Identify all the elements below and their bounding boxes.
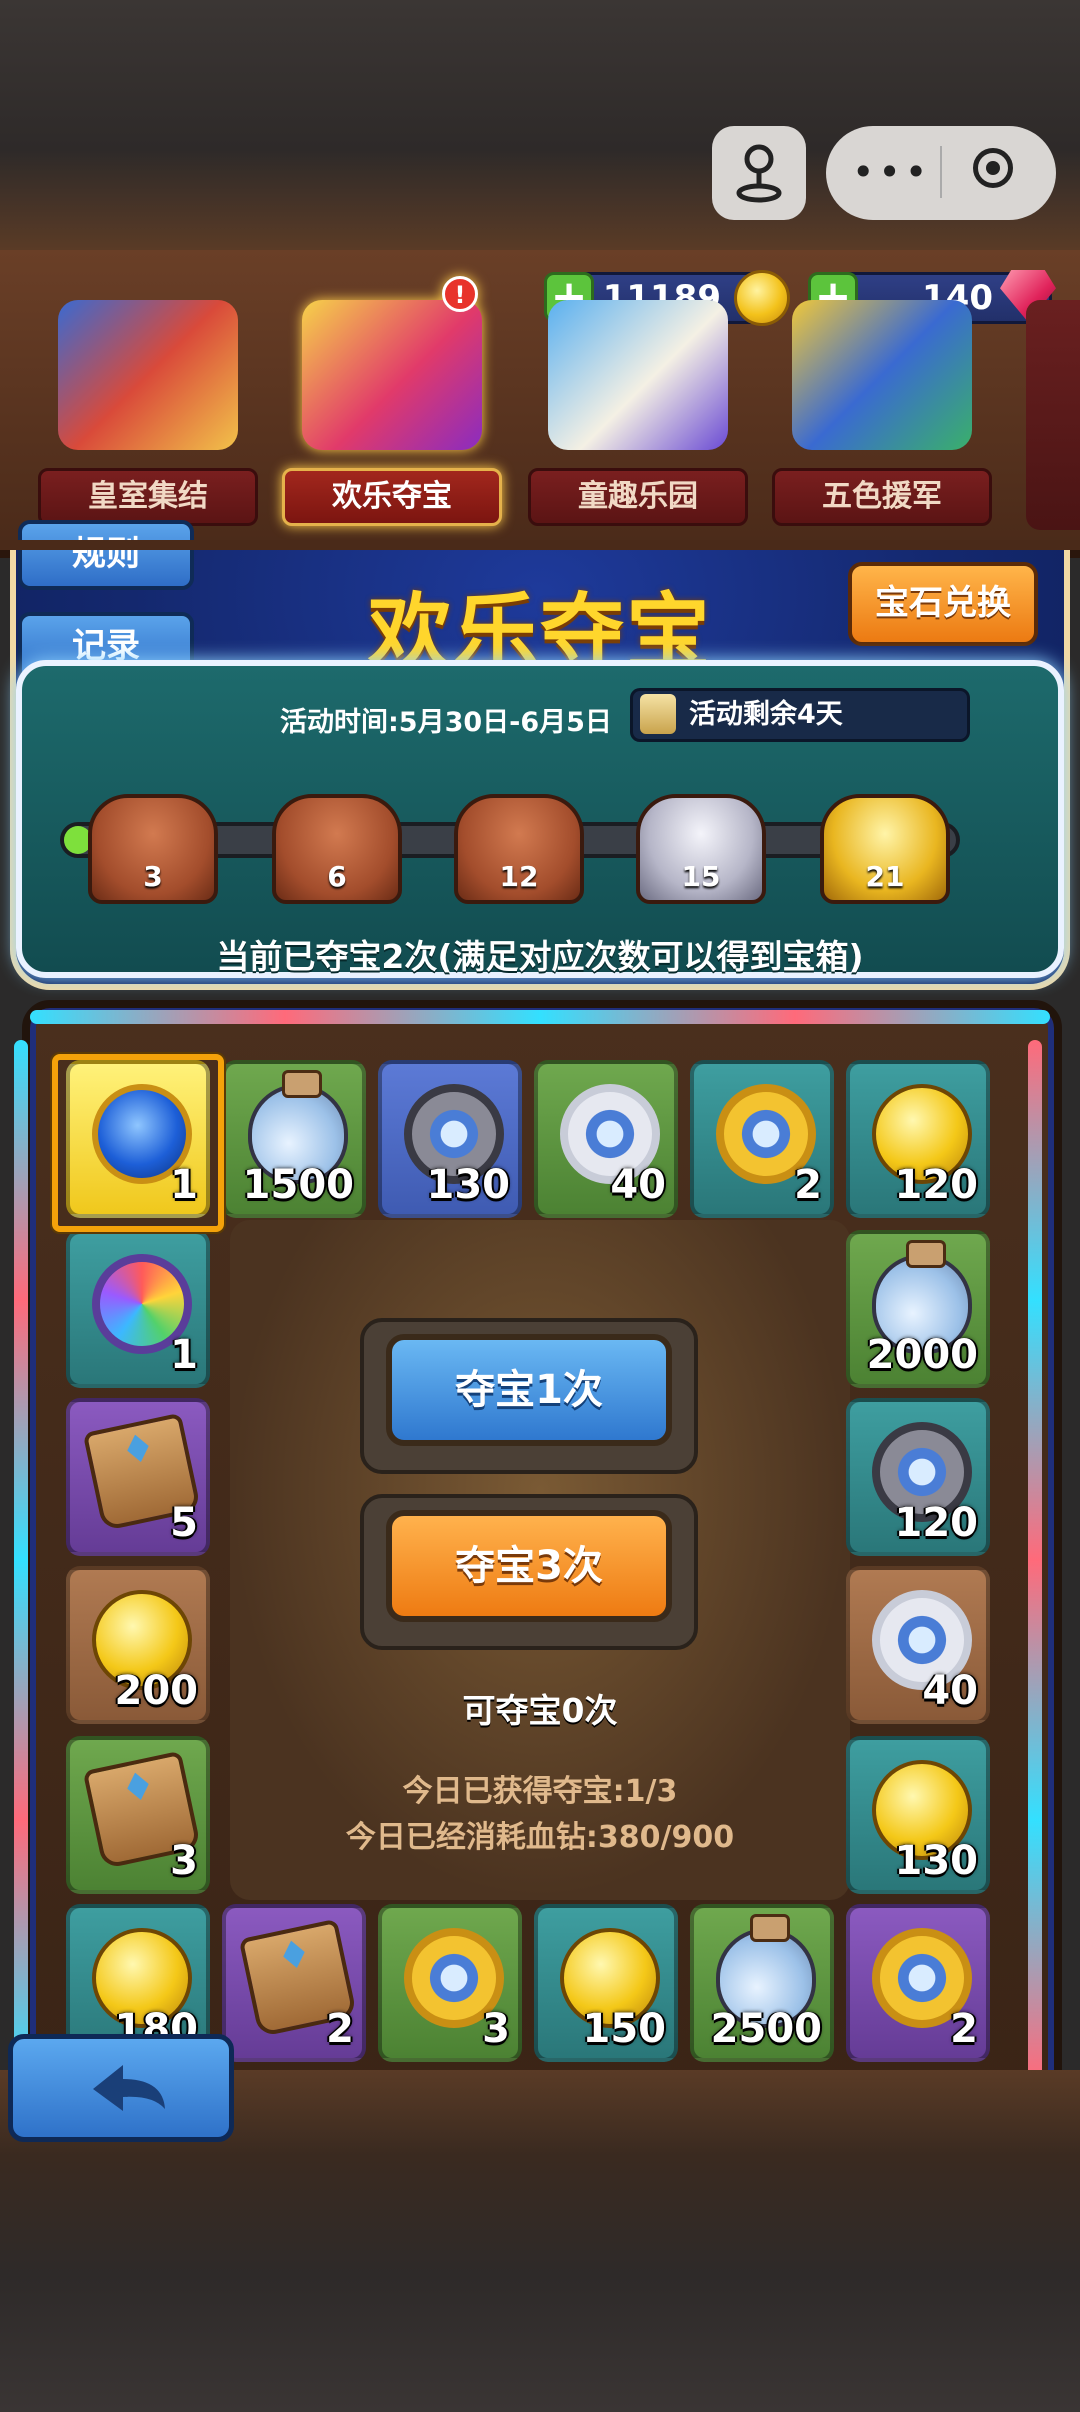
reward-count: 2 xyxy=(794,1162,822,1208)
rules-button[interactable]: 规则 xyxy=(18,520,194,590)
neon-strip-right xyxy=(1028,1040,1042,2080)
fun-park-art-icon xyxy=(548,300,728,450)
back-button[interactable] xyxy=(8,2034,234,2142)
reward-count: 3 xyxy=(482,2006,510,2052)
reward-count: 40 xyxy=(610,1162,666,1208)
reward-count: 150 xyxy=(582,2006,667,2052)
tab-partial-next[interactable] xyxy=(1026,300,1080,530)
reward-cell: 2000 xyxy=(846,1230,990,1388)
today-spent-text: 今日已经消耗血钻:380/900 xyxy=(345,1820,735,1855)
tab-fun-park[interactable]: 童趣乐园 xyxy=(528,300,748,530)
reward-cell: 1500 xyxy=(222,1060,366,1218)
remaining-days: 活动剩余4天 xyxy=(630,688,970,742)
milestone-count: 12 xyxy=(499,860,539,893)
draw-once-button[interactable]: 夺宝1次 xyxy=(386,1334,672,1446)
tab-bar-bottom-edge xyxy=(0,540,1080,550)
tab-royal-assembly[interactable]: 皇室集结 xyxy=(38,300,258,530)
tab-label: 五色援军 xyxy=(772,468,992,526)
current-selection-frame xyxy=(52,1054,224,1232)
reward-cell: 150 xyxy=(534,1904,678,2062)
back-arrow-icon xyxy=(93,2065,165,2111)
reward-cell: 130 xyxy=(378,1060,522,1218)
reward-count: 120 xyxy=(894,1500,979,1546)
neon-strip-top xyxy=(30,1010,1050,1024)
draw-status-text: 当前已夺宝2次(满足对应次数可以得到宝箱) xyxy=(216,937,864,976)
tab-label: 欢乐夺宝 xyxy=(282,468,502,526)
milestone-chest-15[interactable]: 15 xyxy=(636,784,766,904)
capsule-divider xyxy=(940,146,942,198)
reward-count: 120 xyxy=(894,1162,979,1208)
tab-five-color-reinforcement[interactable]: 五色援军 xyxy=(772,300,992,530)
draws-left-text: 可夺宝0次 xyxy=(462,1691,618,1730)
reward-cell: 2 xyxy=(690,1060,834,1218)
reward-cell: 2500 xyxy=(690,1904,834,2062)
today-obtained-text: 今日已获得夺宝:1/3 xyxy=(402,1774,678,1809)
milestone-count: 15 xyxy=(681,860,721,893)
reward-count: 1500 xyxy=(242,1162,354,1208)
milestone-chest-3[interactable]: 3 xyxy=(88,784,218,904)
gem-exchange-button[interactable]: 宝石兑换 xyxy=(848,562,1038,646)
royal-assembly-art-icon xyxy=(58,300,238,450)
alert-badge: ! xyxy=(442,276,478,312)
reward-cell: 120 xyxy=(846,1060,990,1218)
neon-strip-left xyxy=(14,1040,28,2080)
reward-count: 2 xyxy=(326,2006,354,2052)
reward-count: 2500 xyxy=(710,2006,822,2052)
draw-thrice-button[interactable]: 夺宝3次 xyxy=(386,1510,672,1622)
reward-cell: 120 xyxy=(846,1398,990,1556)
mini-program-home-button[interactable] xyxy=(712,126,806,220)
reward-count: 2 xyxy=(950,2006,978,2052)
milestone-chest-6[interactable]: 6 xyxy=(272,784,402,904)
reward-count: 1 xyxy=(170,1332,198,1378)
treasure-gift-art-icon xyxy=(302,300,482,450)
event-time: 活动时间:5月30日-6月5日 xyxy=(280,707,612,738)
joystick-icon xyxy=(736,144,782,203)
reward-count: 130 xyxy=(426,1162,511,1208)
reward-cell: 1 xyxy=(66,1230,210,1388)
milestone-count: 3 xyxy=(143,860,163,893)
close-record-icon[interactable] xyxy=(973,148,1013,188)
reward-count: 5 xyxy=(170,1500,198,1546)
milestone-chest-21[interactable]: 21 xyxy=(820,784,950,904)
milestone-count: 6 xyxy=(327,860,347,893)
reward-cell: 5 xyxy=(66,1398,210,1556)
tab-label: 皇室集结 xyxy=(38,468,258,526)
reward-cell: 40 xyxy=(534,1060,678,1218)
milestone-count: 21 xyxy=(865,860,905,893)
reward-cell: 2 xyxy=(846,1904,990,2062)
five-color-art-icon xyxy=(792,300,972,450)
more-icon[interactable]: ••• xyxy=(852,150,931,194)
milestone-chest-12[interactable]: 12 xyxy=(454,784,584,904)
reward-count: 2000 xyxy=(866,1332,978,1378)
reward-cell: 3 xyxy=(378,1904,522,2062)
scroll-icon xyxy=(640,694,676,734)
tab-label: 童趣乐园 xyxy=(528,468,748,526)
reward-cell: 2 xyxy=(222,1904,366,2062)
tab-happy-treasure[interactable]: 欢乐夺宝 ! xyxy=(282,276,502,530)
